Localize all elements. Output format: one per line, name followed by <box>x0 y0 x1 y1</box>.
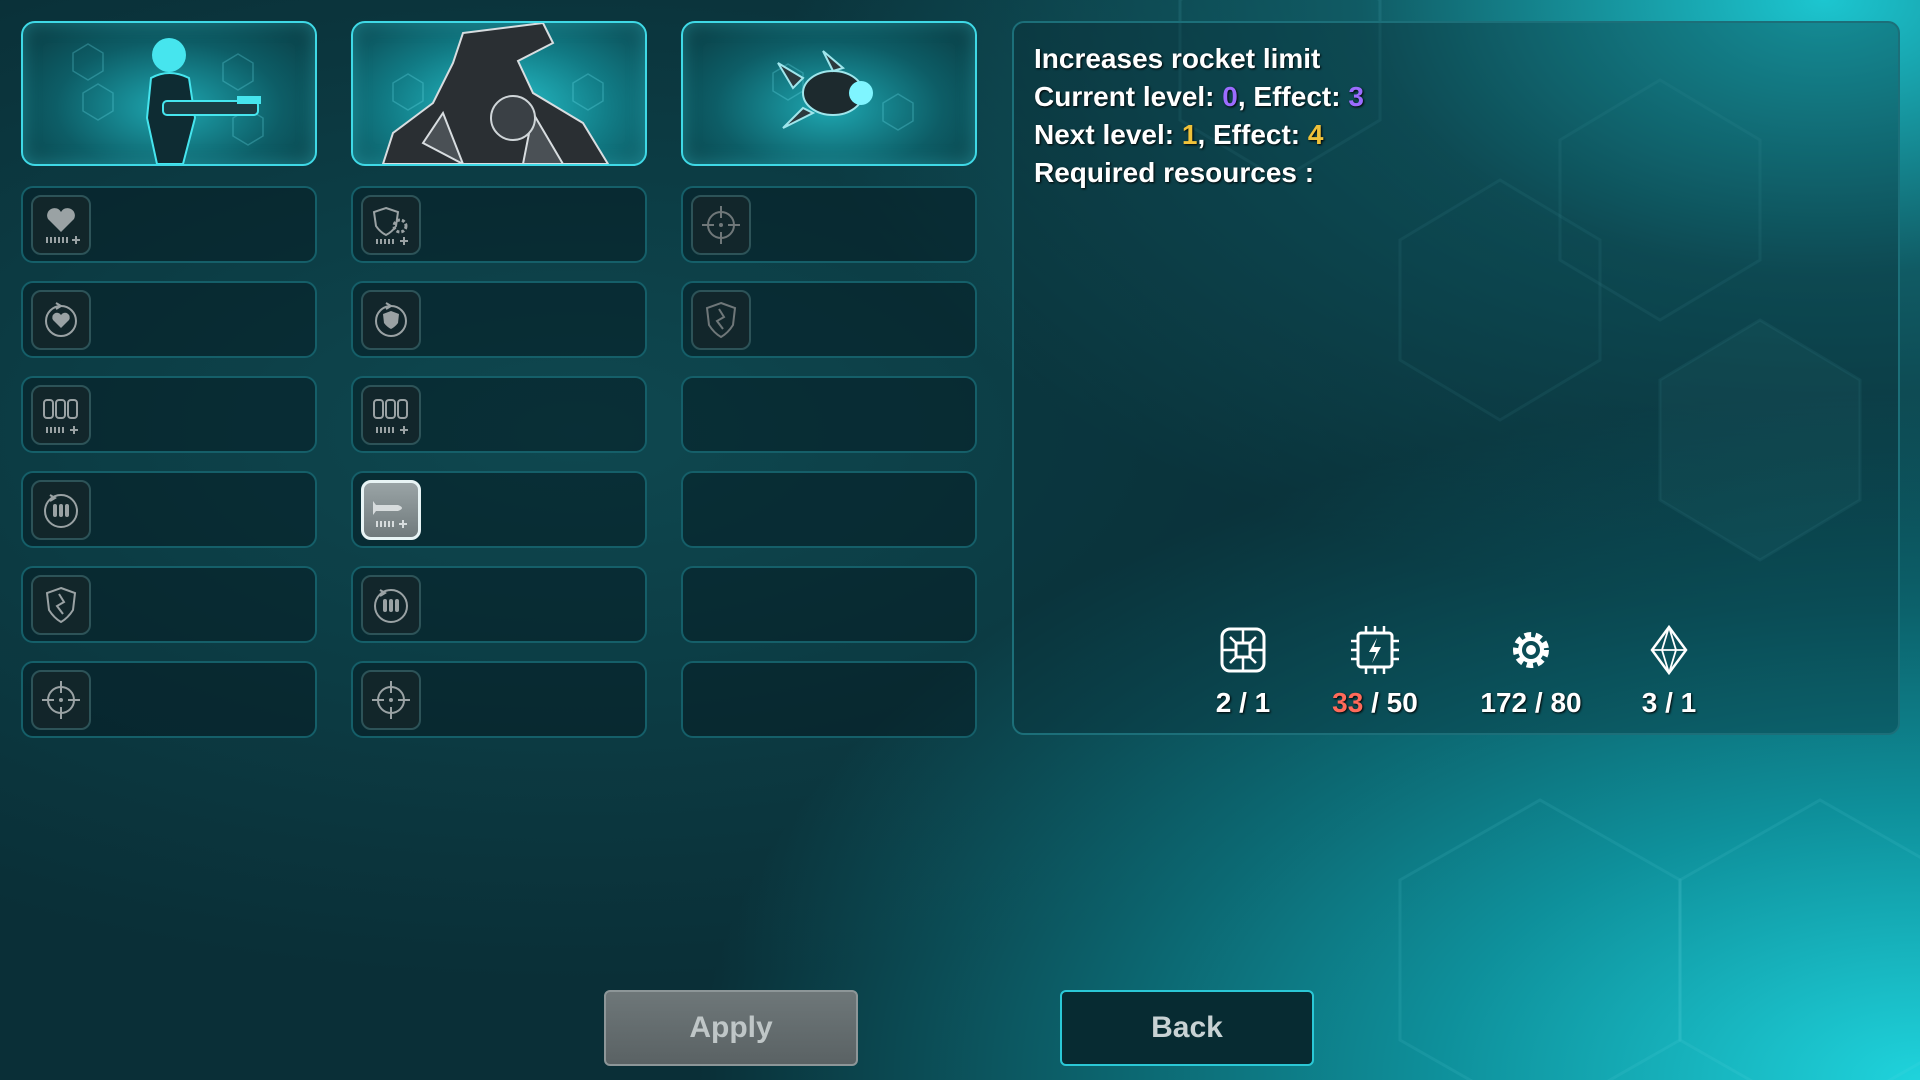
soldier-portrait-icon <box>72 38 264 164</box>
crosshair-icon <box>691 195 751 255</box>
ammo-reload-icon <box>361 575 421 635</box>
upgrade-slot[interactable] <box>21 661 317 738</box>
circuit-board-icon <box>1220 627 1266 673</box>
upgrade-title: Increases rocket limit <box>1034 43 1321 74</box>
next-effect-value: 4 <box>1307 119 1324 150</box>
heart-regen-icon <box>31 290 91 350</box>
upgrade-slot[interactable] <box>21 566 317 643</box>
empty-slot <box>681 471 977 548</box>
armor-break-icon <box>691 290 751 350</box>
resource-circuit-board: 2 / 1 <box>1168 623 1318 719</box>
ammo-reload-icon <box>31 480 91 540</box>
empty-slot <box>681 376 977 453</box>
current-level-label: Current level: <box>1034 81 1215 112</box>
ammo-plus-icon <box>361 385 421 445</box>
next-level-line: Next level: 1, Effect: 4 <box>1034 119 1324 150</box>
rocket-plus-icon <box>361 480 421 540</box>
next-level-label: Next level: <box>1034 119 1175 150</box>
upgrade-slot[interactable] <box>351 186 647 263</box>
shield-gear-icon <box>361 195 421 255</box>
apply-button[interactable]: Apply <box>604 990 858 1066</box>
shield-regen-icon <box>361 290 421 350</box>
character-card-drone[interactable] <box>681 21 977 166</box>
upgrade-slot[interactable] <box>21 186 317 263</box>
resource-count: 3 / 1 <box>1641 687 1697 718</box>
upgrade-slot[interactable] <box>351 281 647 358</box>
ammo-plus-icon <box>31 385 91 445</box>
next-effect-label: Effect: <box>1213 119 1301 150</box>
back-button[interactable]: Back <box>1060 990 1314 1066</box>
character-card-mech[interactable] <box>351 21 647 166</box>
current-level-value: 0 <box>1222 81 1238 112</box>
upgrade-slot[interactable] <box>21 281 317 358</box>
resource-power-chip: 33 / 50 <box>1300 623 1450 719</box>
upgrade-slot[interactable] <box>21 376 317 453</box>
heart-plus-icon <box>31 195 91 255</box>
current-level-line: Current level: 0, Effect: 3 <box>1034 81 1364 112</box>
required-resources-label: Required resources : <box>1034 157 1315 188</box>
armor-break-icon <box>31 575 91 635</box>
resource-count: 2 / 1 <box>1215 687 1271 718</box>
power-chip-icon <box>1351 626 1399 674</box>
resource-gear: 172 / 80 <box>1456 623 1606 719</box>
gear-icon <box>1513 632 1549 668</box>
resource-crystal: 3 / 1 <box>1594 623 1744 719</box>
mech-portrait-icon <box>381 23 610 164</box>
current-effect-label: Effect: <box>1253 81 1341 112</box>
upgrade-slot[interactable] <box>351 566 647 643</box>
upgrade-slot[interactable] <box>681 186 977 263</box>
drone-portrait-icon <box>772 50 914 131</box>
upgrade-info-panel: Increases rocket limit Current level: 0,… <box>1012 21 1900 735</box>
current-effect-value: 3 <box>1348 81 1364 112</box>
crosshair-icon <box>31 670 91 730</box>
empty-slot <box>681 661 977 738</box>
upgrade-slot[interactable] <box>21 471 317 548</box>
crosshair-icon <box>361 670 421 730</box>
crystal-icon <box>1650 624 1688 676</box>
upgrade-slot[interactable] <box>681 281 977 358</box>
resource-count: 172 / 80 <box>1480 687 1582 718</box>
upgrade-slot[interactable] <box>351 376 647 453</box>
empty-slot <box>681 566 977 643</box>
upgrade-slot[interactable] <box>351 661 647 738</box>
next-level-value: 1 <box>1181 119 1198 150</box>
character-card-soldier[interactable] <box>21 21 317 166</box>
upgrade-slot[interactable] <box>351 471 647 548</box>
resource-count: 33 / 50 <box>1332 687 1418 718</box>
